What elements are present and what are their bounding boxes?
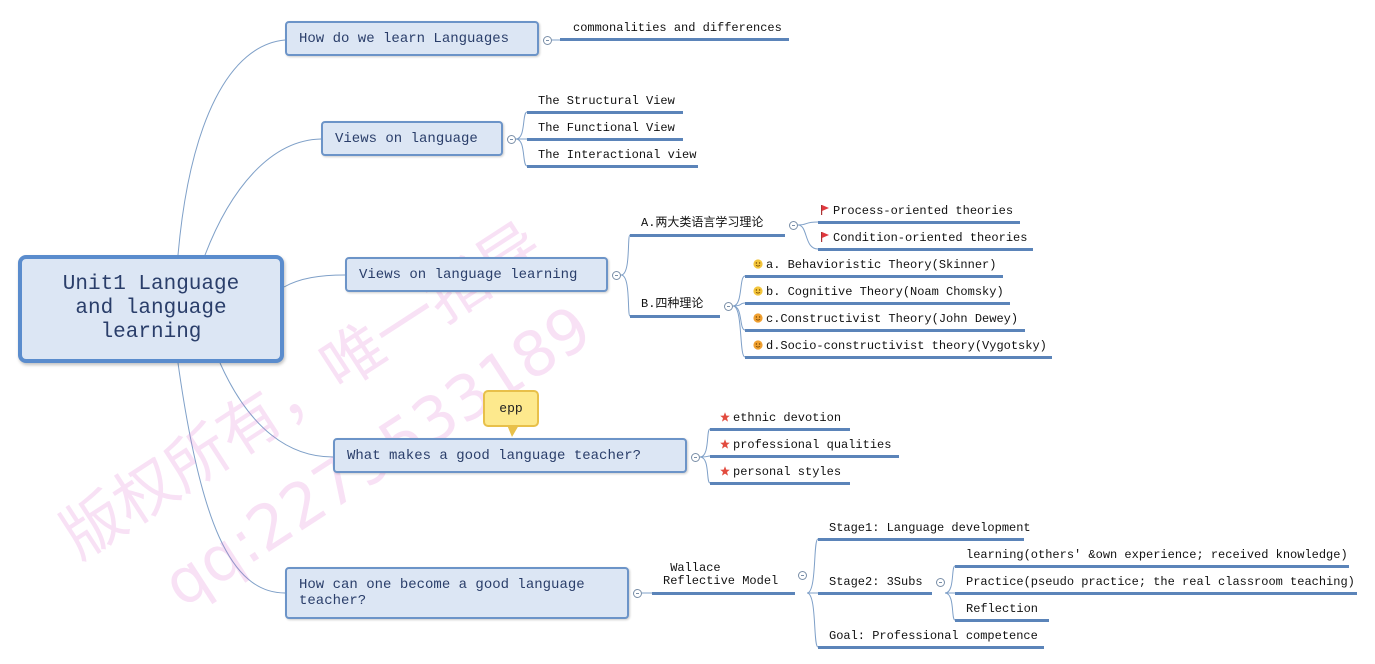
underline bbox=[560, 38, 789, 41]
connector bbox=[732, 305, 746, 358]
connector bbox=[732, 302, 746, 307]
underline bbox=[527, 165, 698, 168]
underline bbox=[818, 248, 1033, 251]
collapse-toggle[interactable] bbox=[798, 571, 807, 580]
topic-views-on-language[interactable]: Views on language bbox=[321, 121, 503, 156]
collapse-toggle[interactable] bbox=[789, 221, 798, 230]
collapse-toggle[interactable] bbox=[633, 589, 642, 598]
underline bbox=[955, 592, 1357, 595]
underline bbox=[630, 315, 720, 318]
underline bbox=[710, 455, 899, 458]
connector bbox=[806, 538, 819, 594]
connector bbox=[797, 224, 819, 250]
underline bbox=[818, 646, 1044, 649]
underline bbox=[710, 482, 850, 485]
star-icon bbox=[720, 439, 730, 449]
connector bbox=[515, 111, 528, 140]
collapse-toggle[interactable] bbox=[543, 36, 552, 45]
underline bbox=[955, 565, 1349, 568]
connector bbox=[699, 428, 711, 458]
subtopic[interactable]: b. Cognitive Theory(Noam Chomsky) bbox=[753, 285, 1004, 299]
subtopic-label: d.Socio-constructivist theory(Vygotsky) bbox=[766, 339, 1047, 353]
stage2[interactable]: Stage2: 3Subs bbox=[829, 575, 923, 589]
subtopic[interactable]: ethnic devotion bbox=[720, 411, 841, 425]
connector bbox=[944, 565, 956, 594]
subtopic[interactable]: The Interactional view bbox=[538, 148, 696, 162]
stage2-sub[interactable]: learning(others' &own experience; receiv… bbox=[966, 548, 1348, 562]
collapse-toggle[interactable] bbox=[691, 453, 700, 462]
subtopic-label: b. Cognitive Theory(Noam Chomsky) bbox=[766, 285, 1004, 299]
underline bbox=[745, 329, 1025, 332]
topic-how-learn-languages[interactable]: How do we learn Languages bbox=[285, 21, 539, 56]
connector bbox=[620, 274, 631, 317]
smiley-icon bbox=[753, 259, 763, 269]
smiley-icon bbox=[753, 313, 763, 323]
topic-good-teacher[interactable]: What makes a good language teacher? bbox=[333, 438, 687, 473]
stage2-sub[interactable]: Practice(pseudo practice; the real class… bbox=[966, 575, 1355, 589]
subtopic[interactable]: a. Behavioristic Theory(Skinner) bbox=[753, 258, 996, 272]
subtopic[interactable]: c.Constructivist Theory(John Dewey) bbox=[753, 312, 1018, 326]
underline bbox=[527, 138, 683, 141]
group-b[interactable]: B.四种理论 bbox=[641, 297, 703, 311]
connector bbox=[699, 455, 711, 458]
subtopic-label: c.Constructivist Theory(John Dewey) bbox=[766, 312, 1019, 326]
subtopic-label: professional qualities bbox=[733, 438, 892, 452]
collapse-toggle[interactable] bbox=[724, 302, 733, 311]
underline bbox=[955, 619, 1049, 622]
callout-note[interactable]: epp bbox=[483, 390, 539, 427]
underline bbox=[745, 356, 1052, 359]
subtopic-label: Condition-oriented theories bbox=[833, 231, 1028, 245]
subtopic-label: ethnic devotion bbox=[733, 411, 842, 425]
star-icon bbox=[720, 466, 730, 476]
connector bbox=[732, 275, 746, 307]
central-topic[interactable]: Unit1 Language and language learning bbox=[18, 255, 284, 363]
underline bbox=[818, 221, 1020, 224]
subtopic[interactable]: personal styles bbox=[720, 465, 841, 479]
connector bbox=[797, 221, 819, 226]
underline bbox=[745, 275, 1003, 278]
subtopic-label: a. Behavioristic Theory(Skinner) bbox=[766, 258, 997, 272]
stage1[interactable]: Stage1: Language development bbox=[829, 521, 1031, 535]
subtopic-label: personal styles bbox=[733, 465, 842, 479]
star-icon bbox=[720, 412, 730, 422]
underline bbox=[818, 538, 1024, 541]
subtopic[interactable]: commonalities and differences bbox=[573, 21, 782, 35]
connector bbox=[204, 138, 322, 256]
connector bbox=[944, 592, 956, 621]
connector bbox=[620, 234, 631, 276]
connector bbox=[515, 138, 528, 167]
subtopic[interactable]: Condition-oriented theories bbox=[820, 231, 1027, 245]
collapse-toggle[interactable] bbox=[936, 578, 945, 587]
smiley-icon bbox=[753, 286, 763, 296]
connector bbox=[177, 39, 286, 256]
subtopic[interactable]: The Structural View bbox=[538, 94, 675, 108]
connector bbox=[283, 274, 346, 288]
flag-icon bbox=[821, 205, 829, 215]
subtopic-label: Process-oriented theories bbox=[833, 204, 1014, 218]
subtopic[interactable]: Process-oriented theories bbox=[820, 204, 1013, 218]
connector bbox=[699, 456, 711, 484]
goal[interactable]: Goal: Professional competence bbox=[829, 629, 1038, 643]
topic-become-good-teacher[interactable]: How can one become a good language teach… bbox=[285, 567, 629, 619]
wallace-model[interactable]: Wallace Reflective Model bbox=[663, 562, 778, 588]
connector bbox=[732, 305, 746, 331]
subtopic[interactable]: d.Socio-constructivist theory(Vygotsky) bbox=[753, 339, 1047, 353]
subtopic[interactable]: The Functional View bbox=[538, 121, 675, 135]
underline bbox=[527, 111, 683, 114]
smiley-icon bbox=[753, 340, 763, 350]
underline bbox=[745, 302, 1010, 305]
stage2-sub[interactable]: Reflection bbox=[966, 602, 1038, 616]
connector bbox=[806, 592, 819, 648]
subtopic[interactable]: professional qualities bbox=[720, 438, 891, 452]
group-a[interactable]: A.两大类语言学习理论 bbox=[641, 216, 763, 230]
underline bbox=[710, 428, 850, 431]
flag-icon bbox=[821, 232, 829, 242]
callout-tail bbox=[507, 425, 519, 437]
topic-views-on-language-learning[interactable]: Views on language learning bbox=[345, 257, 608, 292]
collapse-toggle[interactable] bbox=[612, 271, 621, 280]
underline bbox=[630, 234, 785, 237]
underline bbox=[652, 592, 795, 595]
underline bbox=[818, 592, 932, 595]
collapse-toggle[interactable] bbox=[507, 135, 516, 144]
